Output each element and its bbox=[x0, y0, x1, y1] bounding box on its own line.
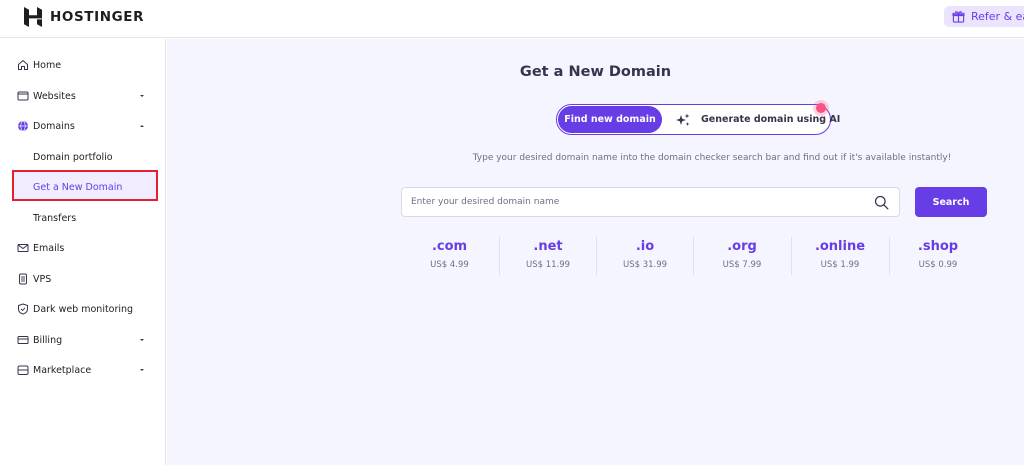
search-button[interactable]: Search bbox=[915, 187, 987, 217]
tld-price: US$ 11.99 bbox=[525, 260, 571, 270]
tld-price: US$ 7.99 bbox=[722, 260, 762, 270]
sidebar-item-label: Marketplace bbox=[33, 364, 92, 376]
tld-io[interactable]: .io US$ 31.99 bbox=[596, 237, 693, 275]
tld-price: US$ 4.99 bbox=[430, 260, 469, 270]
tld-extension: .shop bbox=[917, 239, 959, 254]
store-icon bbox=[17, 365, 29, 375]
sidebar: Home Websites Domains Domain portfolio G… bbox=[0, 39, 166, 465]
sidebar-item-label: Transfers bbox=[33, 212, 77, 224]
chevron-down-icon bbox=[140, 339, 144, 341]
tld-extension: .com bbox=[431, 239, 468, 254]
tld-price: US$ 31.99 bbox=[622, 260, 668, 270]
sidebar-item-label: VPS bbox=[33, 273, 52, 285]
sidebar-item-transfers[interactable]: Transfers bbox=[0, 205, 166, 231]
sidebar-item-websites[interactable]: Websites bbox=[0, 83, 166, 109]
tld-extension: .net bbox=[533, 239, 563, 254]
generate-domain-ai-tab[interactable]: Generate domain using AI bbox=[675, 106, 840, 133]
search-icon[interactable] bbox=[874, 195, 889, 210]
chevron-down-icon bbox=[140, 95, 144, 97]
brand-name: HOSTINGER bbox=[50, 9, 145, 25]
sidebar-item-domains[interactable]: Domains bbox=[0, 113, 166, 139]
mail-icon bbox=[17, 244, 29, 252]
gift-icon bbox=[952, 11, 965, 23]
sidebar-item-home[interactable]: Home bbox=[0, 52, 166, 78]
notification-dot bbox=[816, 103, 826, 113]
sidebar-item-get-a-new-domain[interactable]: Get a New Domain bbox=[0, 174, 166, 200]
tld-com[interactable]: .com US$ 4.99 bbox=[401, 237, 498, 275]
tld-price: US$ 0.99 bbox=[918, 260, 958, 270]
tld-extension: .online bbox=[814, 239, 866, 254]
credit-card-icon bbox=[17, 336, 29, 344]
sidebar-item-label: Dark web monitoring bbox=[33, 303, 134, 315]
sidebar-item-billing[interactable]: Billing bbox=[0, 327, 166, 353]
find-new-domain-tab[interactable]: Find new domain bbox=[558, 106, 662, 133]
sidebar-item-vps[interactable]: VPS bbox=[0, 266, 166, 292]
main-content: Get a New Domain Find new domain Generat… bbox=[167, 39, 1024, 465]
tld-price-list: .com US$ 4.99 .net US$ 11.99 .io US$ 31.… bbox=[401, 237, 987, 275]
sparkle-icon bbox=[676, 113, 690, 126]
chevron-down-icon bbox=[140, 369, 144, 371]
hostinger-logo[interactable]: HOSTINGER bbox=[24, 6, 144, 28]
page-title: Get a New Domain bbox=[519, 64, 672, 80]
domain-mode-toggle: Find new domain Generate domain using AI bbox=[556, 103, 840, 135]
sidebar-item-label: Domains bbox=[33, 120, 75, 132]
tld-extension: .io bbox=[635, 239, 655, 254]
server-icon bbox=[19, 273, 27, 285]
tld-shop[interactable]: .shop US$ 0.99 bbox=[889, 237, 986, 275]
generate-domain-ai-label: Generate domain using AI bbox=[701, 114, 841, 125]
sidebar-item-dark-web-monitoring[interactable]: Dark web monitoring bbox=[0, 296, 166, 322]
tld-org[interactable]: .org US$ 7.99 bbox=[693, 237, 790, 275]
globe-icon bbox=[18, 120, 28, 132]
refer-and-earn-button[interactable]: Refer & earn bbox=[944, 6, 1024, 27]
tld-price: US$ 1.99 bbox=[820, 260, 860, 270]
domain-search-input[interactable] bbox=[411, 188, 861, 216]
chevron-up-icon bbox=[140, 125, 144, 127]
domain-search-box bbox=[401, 187, 900, 217]
sidebar-item-marketplace[interactable]: Marketplace bbox=[0, 357, 166, 383]
top-bar: HOSTINGER Refer & earn bbox=[0, 0, 1024, 38]
tld-net[interactable]: .net US$ 11.99 bbox=[499, 237, 596, 275]
sidebar-item-label: Get a New Domain bbox=[33, 181, 123, 193]
sidebar-item-label: Billing bbox=[33, 334, 63, 346]
tld-extension: .org bbox=[727, 239, 757, 254]
page-subtitle: Type your desired domain name into the d… bbox=[472, 153, 952, 163]
sidebar-item-label: Home bbox=[33, 59, 62, 71]
sidebar-item-emails[interactable]: Emails bbox=[0, 235, 166, 261]
shield-icon bbox=[18, 303, 28, 315]
hostinger-logo-icon bbox=[24, 7, 42, 27]
sidebar-item-label: Domain portfolio bbox=[33, 151, 113, 163]
home-icon bbox=[18, 59, 28, 70]
tld-online[interactable]: .online US$ 1.99 bbox=[791, 237, 888, 275]
browser-icon bbox=[17, 91, 29, 101]
refer-label: Refer & earn bbox=[971, 10, 1024, 23]
sidebar-item-label: Emails bbox=[33, 242, 65, 254]
sidebar-item-domain-portfolio[interactable]: Domain portfolio bbox=[0, 144, 166, 170]
sidebar-item-label: Websites bbox=[33, 90, 76, 102]
